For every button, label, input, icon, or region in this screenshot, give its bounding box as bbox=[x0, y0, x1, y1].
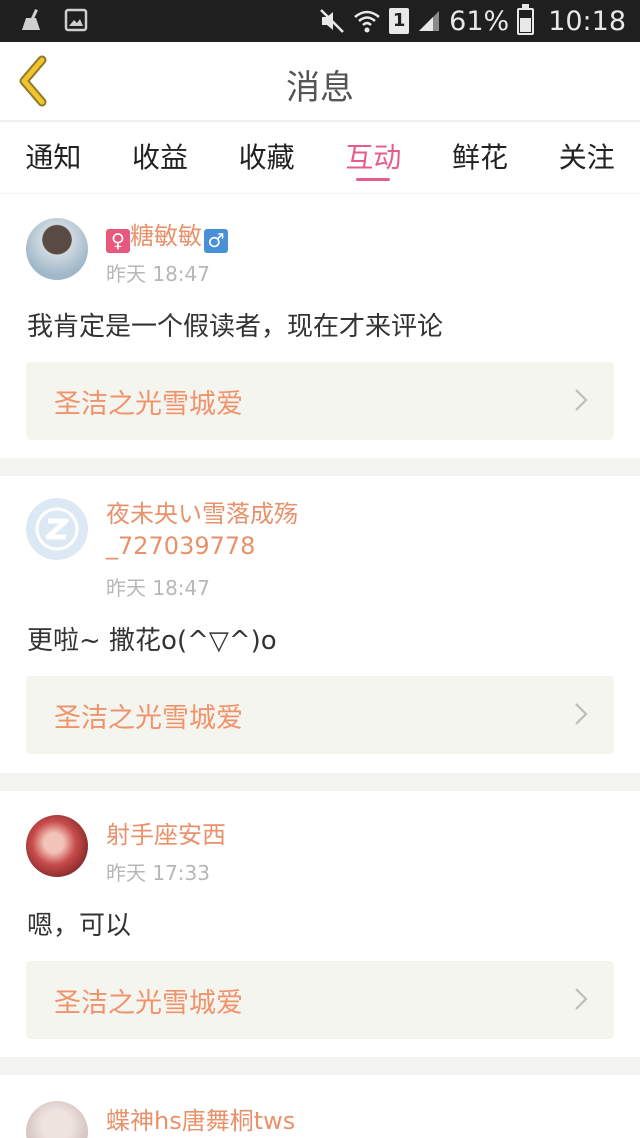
divider bbox=[0, 773, 640, 791]
book-title: 圣洁之光雪城爱 bbox=[54, 389, 243, 420]
avatar[interactable] bbox=[26, 815, 88, 877]
list-item[interactable]: ♀ 糖敏敏 ♂ 昨天 18:47 我肯定是一个假读者，现在才来评论 圣洁之光雪城爱 bbox=[0, 196, 640, 458]
cleaner-icon bbox=[22, 9, 40, 30]
divider bbox=[0, 458, 640, 476]
username[interactable]: 射手座安西 bbox=[106, 819, 226, 851]
female-symbol-icon: ♀ bbox=[106, 229, 130, 253]
username[interactable]: 夜未央い雪落成殇 _727039778 bbox=[106, 498, 298, 562]
clock: 10:18 bbox=[548, 5, 626, 37]
image-icon bbox=[64, 8, 88, 32]
sim-icon: 1 bbox=[389, 8, 410, 34]
male-symbol-icon: ♂ bbox=[204, 229, 228, 253]
signal-icon bbox=[419, 11, 440, 31]
chevron-right-icon bbox=[575, 389, 588, 411]
wifi-icon bbox=[354, 10, 380, 33]
tab-notifications[interactable]: 通知 bbox=[0, 122, 107, 193]
comment-text: 我肯定是一个假读者，现在才来评论 bbox=[27, 312, 444, 342]
battery-percent: 61% bbox=[449, 5, 510, 37]
chevron-right-icon bbox=[575, 988, 588, 1010]
mute-icon bbox=[320, 9, 345, 33]
title-bar: 消息 bbox=[0, 42, 640, 120]
active-tab-indicator bbox=[356, 178, 391, 181]
timestamp: 昨天 18:47 bbox=[106, 262, 210, 286]
book-title: 圣洁之光雪城爱 bbox=[54, 703, 243, 734]
comment-text: 更啦~ 撒花o(^▽^)o bbox=[27, 626, 277, 656]
comment-text: 嗯，可以 bbox=[27, 911, 132, 941]
divider bbox=[0, 1057, 640, 1075]
tab-earnings[interactable]: 收益 bbox=[107, 122, 214, 193]
tab-favorites[interactable]: 收藏 bbox=[213, 122, 320, 193]
tab-following[interactable]: 关注 bbox=[533, 122, 640, 193]
status-bar: 1 61% 10:18 bbox=[0, 0, 640, 42]
tab-flowers[interactable]: 鲜花 bbox=[427, 122, 534, 193]
default-avatar-icon bbox=[35, 507, 79, 551]
tab-bar: 通知 收益 收藏 互动 鲜花 关注 bbox=[0, 120, 640, 194]
book-link[interactable]: 圣洁之光雪城爱 bbox=[26, 676, 614, 754]
page-title: 消息 bbox=[286, 68, 354, 108]
username[interactable]: 蝶神hs唐舞桐tws bbox=[106, 1105, 295, 1137]
avatar[interactable] bbox=[26, 498, 88, 560]
list-item[interactable]: 射手座安西 昨天 17:33 嗯，可以 圣洁之光雪城爱 bbox=[0, 791, 640, 1057]
chevron-right-icon bbox=[575, 703, 588, 725]
interaction-list: ♀ 糖敏敏 ♂ 昨天 18:47 我肯定是一个假读者，现在才来评论 圣洁之光雪城爱 … bbox=[0, 196, 640, 1138]
battery-icon bbox=[517, 3, 535, 35]
list-item[interactable]: 夜未央い雪落成殇 _727039778 昨天 18:47 更啦~ 撒花o(^▽^… bbox=[0, 476, 640, 773]
book-title: 圣洁之光雪城爱 bbox=[54, 988, 243, 1019]
timestamp: 昨天 17:33 bbox=[106, 861, 210, 885]
tab-interactions[interactable]: 互动 bbox=[320, 122, 427, 193]
book-link[interactable]: 圣洁之光雪城爱 bbox=[26, 362, 614, 440]
book-link[interactable]: 圣洁之光雪城爱 bbox=[26, 961, 614, 1039]
avatar[interactable] bbox=[26, 218, 88, 280]
list-item[interactable]: 蝶神hs唐舞桐tws bbox=[0, 1075, 640, 1138]
avatar[interactable] bbox=[26, 1101, 88, 1138]
timestamp: 昨天 18:47 bbox=[106, 576, 210, 600]
username[interactable]: ♀ 糖敏敏 ♂ bbox=[106, 220, 228, 253]
